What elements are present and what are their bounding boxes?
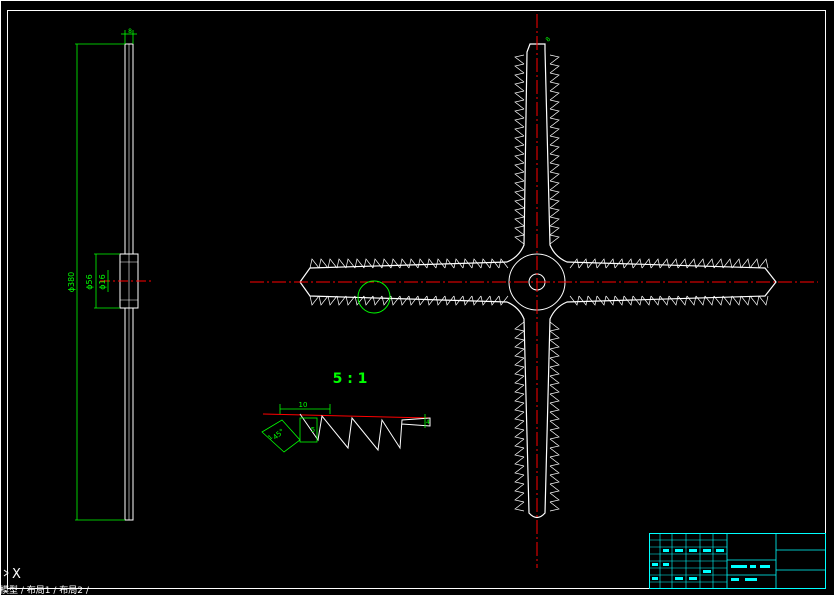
scale-label: 5 : 1 [333,371,368,387]
dim-tip-width: 8 [544,36,552,44]
dim-overall-diameter: ϕ380 [67,272,76,293]
title-block [649,533,826,589]
detail-view: 5 : 1 10 5 45° 1 4 [261,371,431,453]
ucs-label: X [12,567,21,582]
dim-tooth-pitch: 10 [299,401,308,409]
ucs-icon: X [3,567,21,582]
dim-tooth-depth: 5 [311,426,315,434]
cad-canvas[interactable]: ϕ380 ϕ56 ϕ16 8 8 5 : 1 10 5 45° 1 4 X [0,0,835,596]
dim-top-width: 8 [128,28,132,35]
front-view: 8 [250,14,818,568]
side-view: ϕ380 ϕ56 ϕ16 8 [67,28,152,521]
dim-hub-outer: ϕ56 [85,274,94,289]
dim-blade-height: 4 [426,419,430,426]
layout-tabs[interactable]: 模型 / 布局1 / 布局2 / [0,586,89,596]
dim-hub-inner: ϕ16 [98,274,107,289]
